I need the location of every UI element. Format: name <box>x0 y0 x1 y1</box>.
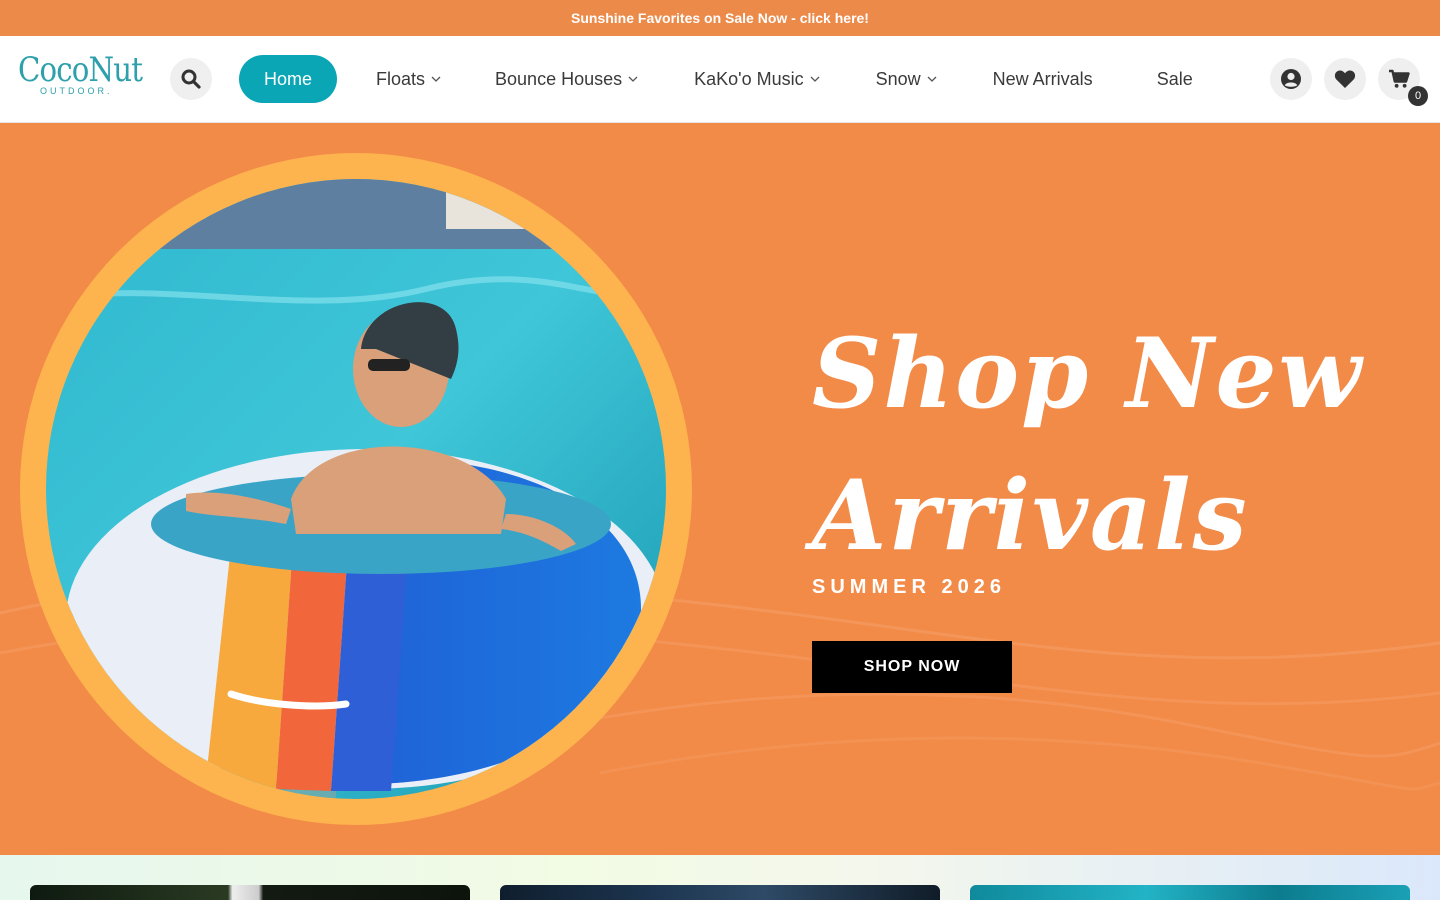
search-icon <box>181 69 201 89</box>
chevron-down-icon <box>431 76 441 82</box>
logo[interactable]: CocoNut OUTDOOR. <box>18 50 143 108</box>
chevron-down-icon <box>810 76 820 82</box>
main-nav: Home Floats Bounce Houses KaKo'o Music S… <box>239 55 1193 103</box>
featured-collections-strip <box>0 855 1440 900</box>
logo-wordmark: CocoNut <box>18 50 143 90</box>
hero-title-line-1: Shop New <box>812 317 1364 430</box>
nav-label: Bounce Houses <box>495 68 623 89</box>
cart-icon <box>1389 69 1410 88</box>
nav-label: Snow <box>875 68 921 89</box>
nav-item-floats[interactable]: Floats <box>376 55 441 103</box>
announcement-bar: Sunshine Favorites on Sale Now - click h… <box>0 0 1440 36</box>
nav-item-bounce-houses[interactable]: Bounce Houses <box>495 55 638 103</box>
announcement-link[interactable]: Sunshine Favorites on Sale Now - click h… <box>571 10 869 26</box>
hero-title: Shop New Arrivals <box>812 303 1372 587</box>
search-button[interactable] <box>170 58 212 100</box>
hero-subtitle: SUMMER 2026 <box>812 576 1006 598</box>
wishlist-button[interactable] <box>1324 58 1366 100</box>
nav-label: Floats <box>376 68 426 89</box>
nav-item-sale[interactable]: Sale <box>1157 55 1193 103</box>
nav-label: KaKo'o Music <box>694 68 804 89</box>
nav-label: Home <box>264 68 313 89</box>
nav-item-kakoo-music[interactable]: KaKo'o Music <box>694 55 820 103</box>
shop-now-button[interactable]: SHOP NOW <box>812 641 1012 693</box>
nav-item-new-arrivals[interactable]: New Arrivals <box>993 55 1093 103</box>
collection-card[interactable] <box>500 885 940 900</box>
hero-title-line-2: Arrivals <box>812 459 1249 572</box>
chevron-down-icon <box>628 76 638 82</box>
collection-card[interactable] <box>30 885 470 900</box>
hero-banner: Shop New Arrivals SUMMER 2026 SHOP NOW <box>0 123 1440 855</box>
account-button[interactable] <box>1270 58 1312 100</box>
nav-item-home[interactable]: Home <box>239 55 337 103</box>
collection-card[interactable] <box>970 885 1410 900</box>
nav-label: New Arrivals <box>992 68 1093 89</box>
cart-count-badge: 0 <box>1408 86 1428 106</box>
hero-photo <box>46 179 666 799</box>
nav-item-snow[interactable]: Snow <box>876 55 937 103</box>
user-circle-icon <box>1281 69 1301 89</box>
site-header: CocoNut OUTDOOR. Home Floats Bounce Hous… <box>0 36 1440 123</box>
nav-label: Sale <box>1156 68 1193 89</box>
heart-icon <box>1334 70 1356 88</box>
chevron-down-icon <box>927 76 937 82</box>
